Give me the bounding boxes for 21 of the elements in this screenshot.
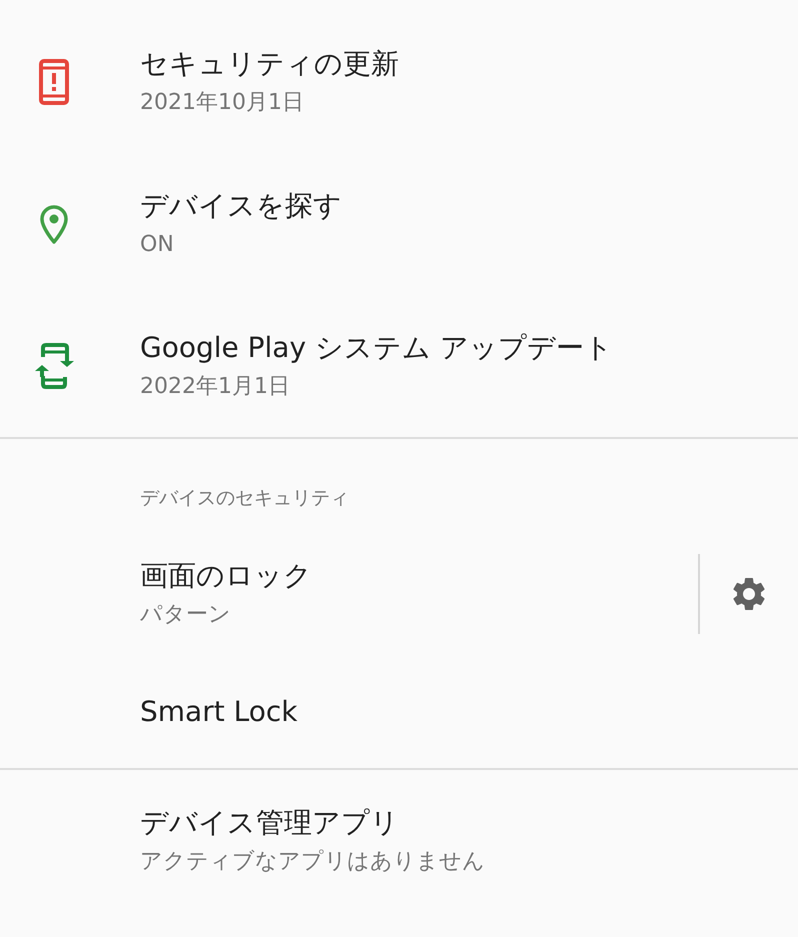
phone-sync-icon xyxy=(34,343,74,389)
item-title: セキュリティの更新 xyxy=(140,46,399,82)
item-summary: 2021年10月1日 xyxy=(140,89,304,117)
item-title: デバイスを探す xyxy=(140,188,342,224)
section-header: デバイスのセキュリティ xyxy=(140,487,349,509)
item-title: Smart Lock xyxy=(140,694,298,730)
settings-item[interactable]: セキュリティの更新 2021年10月1日 xyxy=(140,46,798,118)
settings-item[interactable]: デバイス管理アプリ アクティブなアプリはありません xyxy=(140,805,798,877)
item-summary: パターン xyxy=(140,600,231,628)
item-title: Google Play システム アップデート xyxy=(140,330,613,366)
item-title: デバイス管理アプリ xyxy=(140,805,399,841)
settings-item[interactable]: Smart Lock xyxy=(140,694,798,730)
item-title: 画面のロック xyxy=(140,558,312,594)
item-summary: アクティブなアプリはありません xyxy=(140,848,485,876)
phone-alert-icon xyxy=(39,59,69,105)
item-summary: 2022年1月1日 xyxy=(140,373,290,401)
location-pin-icon xyxy=(39,204,69,244)
settings-item[interactable]: デバイスを探す ON xyxy=(140,188,798,260)
settings-item[interactable]: Google Play システム アップデート 2022年1月1日 xyxy=(140,330,798,402)
item-summary: ON xyxy=(140,231,174,259)
settings-item[interactable]: 画面のロック パターン xyxy=(140,558,698,630)
